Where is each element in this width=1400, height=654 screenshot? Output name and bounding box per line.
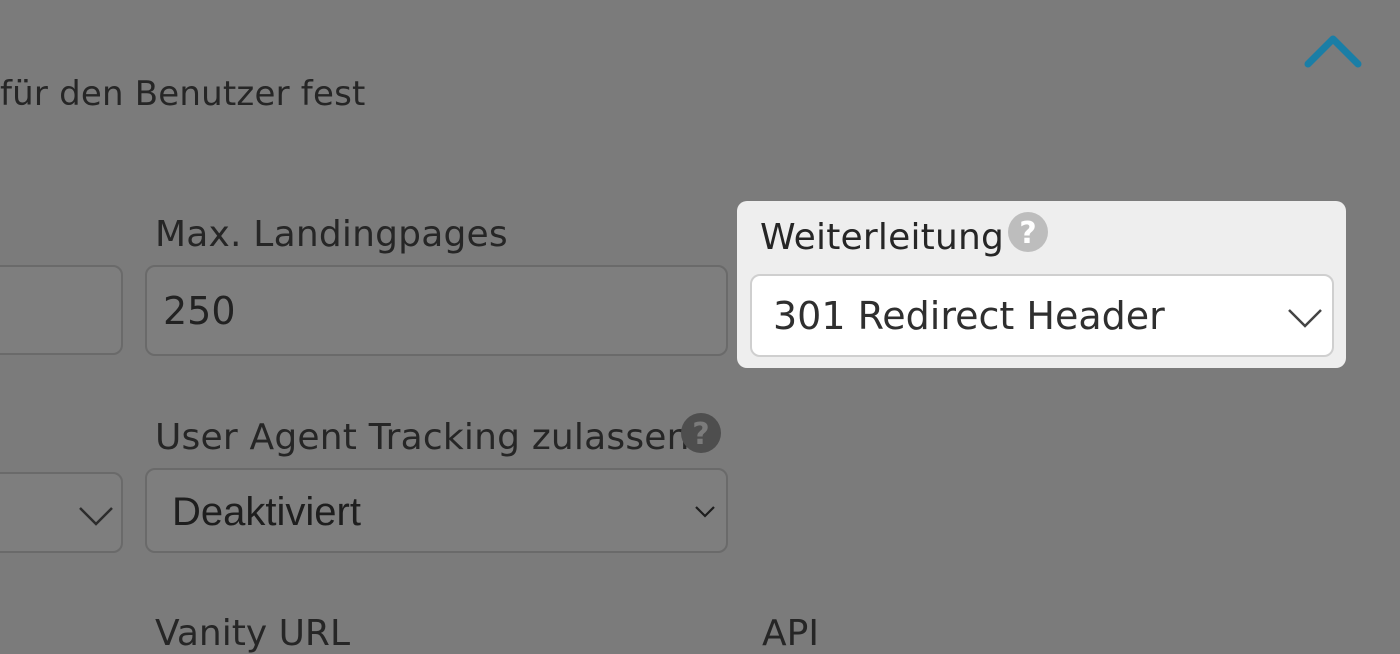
left-partial-select[interactable] <box>0 472 123 553</box>
weiterleitung-select[interactable]: 301 Redirect Header <box>750 274 1334 357</box>
svg-text:?: ? <box>692 417 709 452</box>
section-description: für den Benutzer fest <box>0 74 366 114</box>
chevron-down-icon <box>79 507 113 526</box>
chevron-down-icon <box>1288 309 1322 328</box>
vanity-url-label: Vanity URL <box>155 613 350 654</box>
user-agent-tracking-select[interactable]: Deaktiviert <box>145 468 728 553</box>
api-label: API <box>762 613 819 654</box>
user-agent-tracking-value: Deaktiviert <box>172 490 361 534</box>
svg-text:?: ? <box>1019 216 1036 251</box>
user-agent-tracking-label: User Agent Tracking zulassen <box>155 417 690 458</box>
weiterleitung-value: 301 Redirect Header <box>773 294 1165 338</box>
max-landingpages-label: Max. Landingpages <box>155 214 508 255</box>
max-landingpages-input[interactable]: 250 <box>145 265 728 356</box>
weiterleitung-label: Weiterleitung <box>760 217 1005 258</box>
left-partial-input[interactable] <box>0 265 123 355</box>
weiterleitung-panel: Weiterleitung ? 301 Redirect Header <box>737 201 1346 368</box>
chevron-up-icon[interactable] <box>1302 30 1364 72</box>
max-landingpages-value: 250 <box>163 289 236 333</box>
chevron-down-icon <box>695 506 715 518</box>
question-circle-icon[interactable]: ? <box>680 412 722 454</box>
question-circle-icon[interactable]: ? <box>1007 211 1049 253</box>
